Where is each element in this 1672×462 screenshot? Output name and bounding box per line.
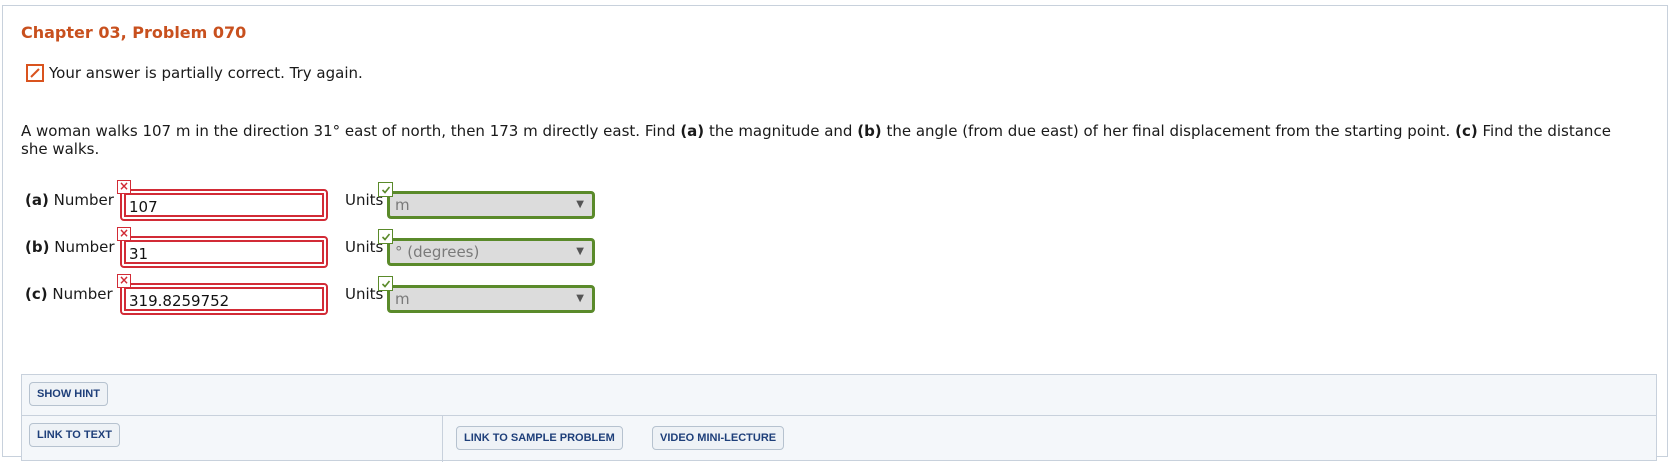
correct-check-icon <box>378 182 393 197</box>
problem-panel: Chapter 03, Problem 070 Your answer is p… <box>2 5 1668 462</box>
dropdown-arrow-icon: ▼ <box>576 293 584 304</box>
correct-check-icon <box>378 276 393 291</box>
feedback-text: Your answer is partially correct. Try ag… <box>49 64 363 82</box>
question-text-part: the angle (from due east) of her final d… <box>881 122 1456 140</box>
part-a-label: (a) Number <box>25 191 114 209</box>
part-letter: (b) <box>25 238 50 256</box>
divider <box>442 415 443 462</box>
part-letter: (c) <box>25 285 48 303</box>
link-to-text-button[interactable]: LINK TO TEXT <box>29 423 120 447</box>
question-part-b-label: (b) <box>857 122 882 140</box>
problem-title: Chapter 03, Problem 070 <box>21 23 247 42</box>
incorrect-x-icon: × <box>117 273 131 288</box>
question-part-c-label: (c) <box>1455 122 1478 140</box>
help-tools-panel: SHOW HINT LINK TO TEXT LINK TO SAMPLE PR… <box>21 374 1657 462</box>
number-input-b[interactable]: 31 <box>124 240 324 264</box>
hint-bar: SHOW HINT <box>22 375 1656 416</box>
number-input-c-frame: 319.8259752 <box>120 283 328 315</box>
number-label: Number <box>52 285 113 303</box>
question-part-a-label: (a) <box>680 122 705 140</box>
video-mini-lecture-button[interactable]: VIDEO MINI-LECTURE <box>652 426 785 450</box>
number-label: Number <box>54 238 115 256</box>
feedback-message: Your answer is partially correct. Try ag… <box>26 64 363 82</box>
question-text-part: the magnitude and <box>704 122 858 140</box>
number-label: Number <box>53 191 114 209</box>
number-input-b-frame: 31 <box>120 236 328 268</box>
units-select-c[interactable]: m ▼ <box>387 285 595 313</box>
dropdown-arrow-icon: ▼ <box>576 246 584 257</box>
question-text: A woman walks 107 m in the direction 31°… <box>21 122 1641 158</box>
number-input-a[interactable]: 107 <box>124 193 324 217</box>
part-c-label: (c) Number <box>25 285 113 303</box>
units-select-b[interactable]: ° (degrees) ▼ <box>387 238 595 266</box>
number-input-a-frame: 107 <box>120 189 328 221</box>
part-letter: (a) <box>25 191 49 209</box>
link-to-sample-problem-button[interactable]: LINK TO SAMPLE PROBLEM <box>456 426 623 450</box>
dropdown-arrow-icon: ▼ <box>576 199 584 210</box>
number-input-c[interactable]: 319.8259752 <box>124 287 324 311</box>
part-b-label: (b) Number <box>25 238 115 256</box>
incorrect-x-icon: × <box>117 179 131 194</box>
units-select-a[interactable]: m ▼ <box>387 191 595 219</box>
units-select-value: ° (degrees) <box>395 243 480 261</box>
incorrect-x-icon: × <box>117 226 131 241</box>
show-hint-button[interactable]: SHOW HINT <box>29 382 108 406</box>
pencil-icon <box>26 64 44 82</box>
units-select-value: m <box>395 196 410 214</box>
units-select-value: m <box>395 290 410 308</box>
question-text-part: A woman walks 107 m in the direction 31°… <box>21 122 681 140</box>
correct-check-icon <box>378 229 393 244</box>
